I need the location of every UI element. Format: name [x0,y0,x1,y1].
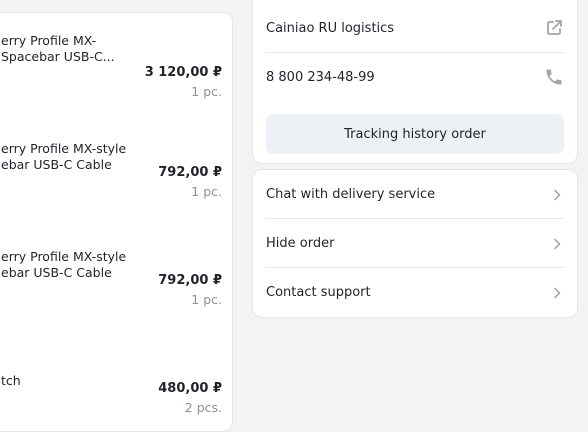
chevron-right-icon [550,188,564,202]
item-price: 480,00 ₽ [158,381,222,396]
order-actions-card: Chat with delivery service Hide order Co… [252,169,578,318]
item-title: tch [1,373,21,388]
item-price: 792,00 ₽ [158,273,222,288]
phone-number: 8 800 234-48-99 [266,69,375,85]
hide-order-link[interactable]: Hide order [266,219,564,268]
action-label: Contact support [266,285,371,300]
contact-support-link[interactable]: Contact support [266,268,564,317]
carrier-row[interactable]: Cainiao RU logistics [266,4,564,52]
action-label: Hide order [266,236,335,251]
phone-row[interactable]: 8 800 234-48-99 [266,53,564,101]
phone-icon[interactable] [544,67,564,87]
item-quantity: 1 pc. [191,292,222,307]
external-link-icon[interactable] [544,18,564,38]
tracking-history-button[interactable]: Tracking history order [266,114,564,154]
item-title: erry Profile MX-style ebar USB-C Cable [1,141,127,172]
chevron-right-icon [550,237,564,251]
item-title: erry Profile MX-style ebar USB-C Cable [1,249,127,280]
item-title: erry Profile MX- Spacebar USB-C... [1,33,115,64]
order-items-card: erry Profile MX- Spacebar USB-C... 3 120… [0,12,233,432]
chevron-right-icon [550,286,564,300]
action-label: Chat with delivery service [266,187,436,202]
chat-delivery-service-link[interactable]: Chat with delivery service [266,170,564,219]
item-price: 3 120,00 ₽ [144,65,222,80]
delivery-info-card: Cainiao RU logistics 8 800 234-48-99 Tra… [252,0,578,164]
item-price: 792,00 ₽ [158,165,222,180]
item-quantity: 1 pc. [191,84,222,99]
carrier-name: Cainiao RU logistics [266,20,395,36]
item-quantity: 1 pc. [191,184,222,199]
item-quantity: 2 pcs. [184,400,222,415]
